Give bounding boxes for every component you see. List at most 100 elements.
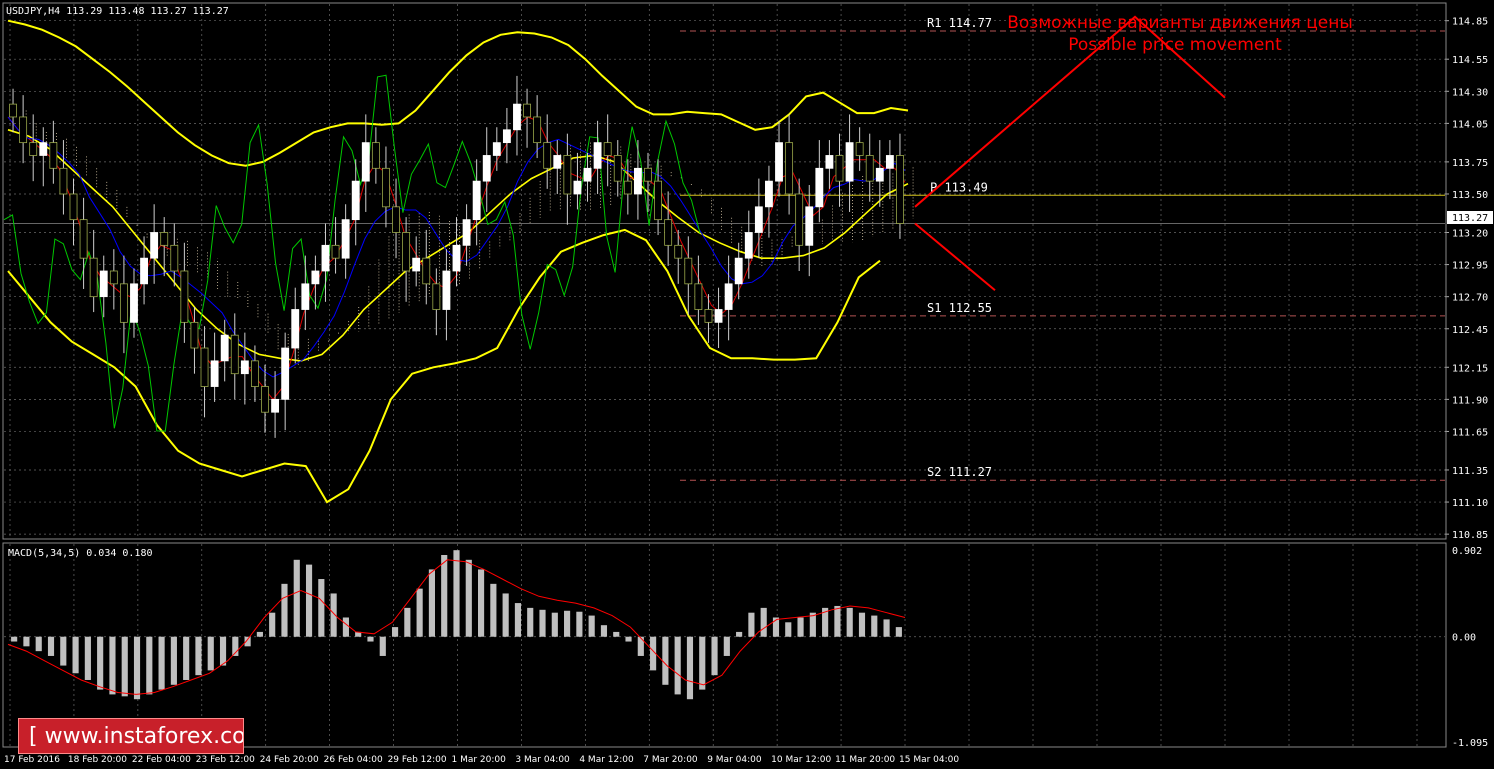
x-tick-label: 18 Feb 20:00 bbox=[68, 755, 127, 765]
macd-hist-bar bbox=[72, 636, 79, 674]
bear-candle bbox=[704, 309, 713, 323]
macd-hist-bar bbox=[674, 636, 681, 695]
bear-candle bbox=[533, 116, 542, 144]
bear-candle bbox=[613, 155, 622, 182]
macd-hist-bar bbox=[195, 636, 202, 676]
bull-candle bbox=[271, 398, 280, 413]
bear-candle bbox=[392, 206, 400, 233]
macd-hist-bar bbox=[183, 636, 190, 680]
bear-candle bbox=[79, 219, 88, 259]
bull-candle bbox=[311, 270, 320, 285]
bull-candle bbox=[502, 129, 511, 144]
bull-candle bbox=[492, 142, 501, 156]
instaforex-watermark: [ www.instaforex.com ] bbox=[18, 718, 244, 754]
macd-header: MACD(5,34,5) 0.034 0.180 bbox=[8, 548, 153, 559]
y-tick-label: 113.50 bbox=[1452, 190, 1488, 201]
x-tick-label: 11 Mar 20:00 bbox=[835, 755, 895, 765]
macd-hist-bar bbox=[711, 636, 718, 676]
bull-candle bbox=[775, 142, 783, 182]
bull-candle bbox=[765, 180, 773, 208]
macd-hist-bar bbox=[662, 636, 669, 685]
bear-candle bbox=[371, 142, 380, 169]
bear-candle bbox=[785, 142, 794, 195]
macd-hist-bar bbox=[109, 636, 116, 695]
macd-hist-bar bbox=[736, 631, 743, 637]
macd-hist-bar bbox=[416, 588, 423, 637]
y-tick-label: 113.20 bbox=[1452, 228, 1488, 239]
bear-candle bbox=[119, 283, 128, 323]
macd-hist-bar bbox=[158, 636, 165, 690]
bull-candle bbox=[130, 283, 138, 323]
macd-hist-bar bbox=[527, 607, 534, 637]
bear-candle bbox=[523, 103, 531, 118]
macd-hist-bar bbox=[207, 636, 214, 671]
bull-candle bbox=[805, 206, 814, 246]
x-tick-label: 7 Mar 20:00 bbox=[643, 755, 698, 765]
bear-candle bbox=[170, 244, 179, 272]
bear-candle bbox=[9, 103, 17, 118]
macd-hist-bar bbox=[293, 559, 300, 637]
bull-candle bbox=[281, 347, 290, 400]
x-tick-label: 24 Feb 20:00 bbox=[260, 755, 319, 765]
bear-candle bbox=[331, 244, 340, 259]
y-tick-label: 114.55 bbox=[1452, 55, 1488, 66]
bull-candle bbox=[412, 257, 421, 272]
bull-candle bbox=[593, 142, 602, 169]
main-panel-frame bbox=[2, 2, 1447, 540]
y-tick-label: 111.35 bbox=[1452, 466, 1488, 477]
current-price-label: 113.27 bbox=[1452, 213, 1488, 224]
macd-hist-bar bbox=[84, 636, 91, 680]
bull-candle bbox=[875, 167, 884, 182]
bull-candle bbox=[815, 167, 824, 208]
x-tick-label: 23 Feb 12:00 bbox=[196, 755, 255, 765]
bull-candle bbox=[39, 142, 48, 156]
bear-candle bbox=[89, 257, 98, 298]
macd-hist-bar bbox=[35, 636, 42, 652]
macd-hist-bar bbox=[686, 636, 694, 700]
macd-hist-bar bbox=[121, 636, 128, 697]
x-tick-label: 10 Mar 12:00 bbox=[771, 755, 831, 765]
macd-hist-bar bbox=[858, 612, 866, 637]
bear-candle bbox=[674, 244, 683, 259]
macd-hist-bar bbox=[133, 636, 141, 700]
annotation-text-ru: Возможные варианты движения цены bbox=[1007, 13, 1353, 33]
bull-candle bbox=[140, 257, 148, 285]
bull-candle bbox=[341, 219, 350, 259]
bull-candle bbox=[150, 232, 159, 259]
macd-hist-bar bbox=[404, 607, 411, 637]
bear-candle bbox=[684, 257, 693, 285]
symbol-header: USDJPY,H4 113.29 113.48 113.27 113.27 bbox=[6, 6, 229, 17]
y-tick-label: 114.05 bbox=[1452, 119, 1488, 130]
bear-candle bbox=[250, 360, 259, 387]
level-label-r1: R1 114.77 bbox=[927, 16, 992, 30]
y-tick-label: 112.45 bbox=[1452, 325, 1488, 336]
bear-candle bbox=[422, 257, 431, 285]
macd-hist-bar bbox=[97, 636, 104, 690]
macd-hist-bar bbox=[478, 569, 485, 637]
macd-hist-bar bbox=[699, 636, 706, 690]
macd-hist-bar bbox=[625, 636, 632, 642]
bull-candle bbox=[351, 180, 360, 221]
macd-hist-bar bbox=[47, 636, 55, 656]
level-label-s1: S1 112.55 bbox=[927, 301, 992, 315]
macd-hist-bar bbox=[428, 569, 435, 637]
chart-axes: 17 Feb 2016 18 Feb 20:00 22 Feb 04:00 23 Fe… bbox=[4, 17, 1488, 765]
macd-hist-bar bbox=[281, 583, 288, 637]
bear-candle bbox=[654, 180, 663, 221]
bear-candle bbox=[563, 155, 572, 195]
bear-candle bbox=[59, 167, 68, 195]
macd-hist-bar bbox=[465, 559, 472, 637]
x-tick-label: 29 Feb 12:00 bbox=[388, 755, 447, 765]
bull-candle bbox=[291, 309, 300, 349]
macd-hist-bar bbox=[318, 579, 325, 637]
macd-hist-bar bbox=[502, 593, 509, 637]
bollinger-upper bbox=[7, 19, 909, 167]
candlestick-series bbox=[9, 75, 904, 438]
y-tick-label: 111.90 bbox=[1452, 395, 1488, 406]
level-label-s2: S2 111.27 bbox=[927, 465, 992, 479]
macd-hist-bar bbox=[367, 636, 374, 642]
bull-candle bbox=[442, 270, 451, 310]
usdjpy-h4-chart: 17 Feb 2016 18 Feb 20:00 22 Feb 04:00 23 Fe… bbox=[2, 2, 1493, 765]
y-tick-label: 114.30 bbox=[1452, 87, 1488, 98]
bull-candle bbox=[220, 334, 229, 362]
